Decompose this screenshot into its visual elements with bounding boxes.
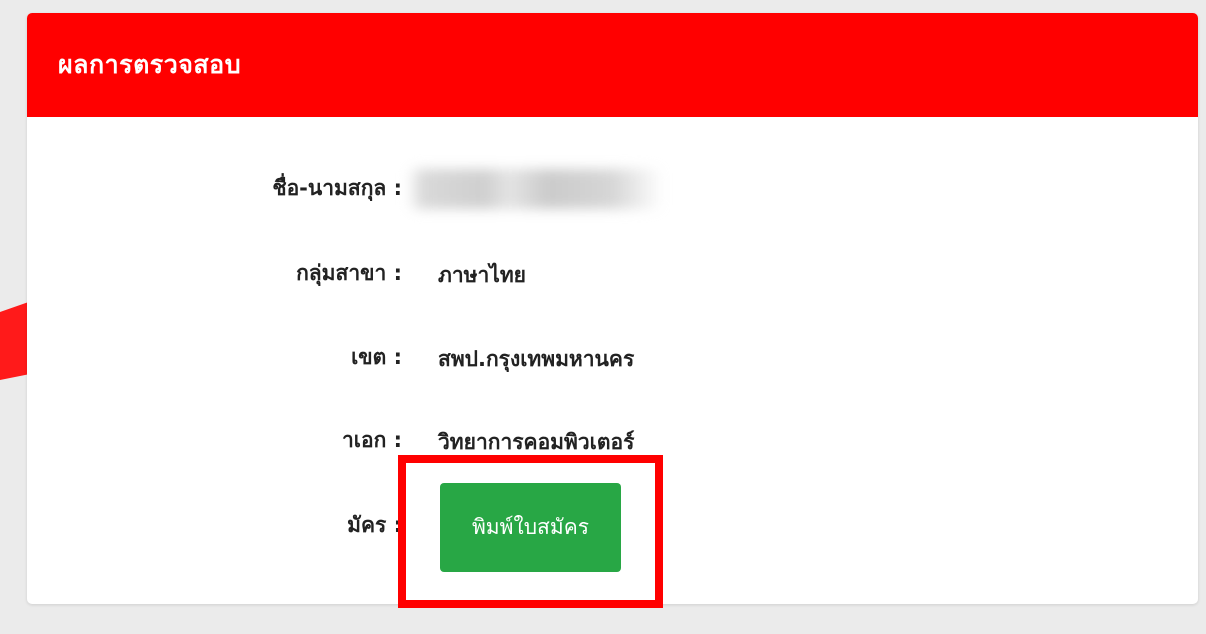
page-title: ผลการตรวจสอบ <box>58 50 242 79</box>
field-row-group: กลุ่มสาขา : <box>27 253 402 293</box>
field-value-group: ภาษาไทย <box>438 263 526 287</box>
field-row-major: าเอก : <box>27 420 402 460</box>
field-label-major: าเอก : <box>341 427 402 452</box>
field-row-name: ชื่อ-นามสกุล : <box>27 168 402 208</box>
field-label-name: ชื่อ-นามสกุล : <box>272 175 402 200</box>
field-row-area: เขต : <box>27 337 402 377</box>
name-value-redacted <box>407 169 663 209</box>
field-value-area: สพป.กรุงเทพมหานคร <box>438 347 635 371</box>
field-value-major: วิทยาการคอมพิวเตอร์ <box>438 430 635 454</box>
field-label-group: กลุ่มสาขา : <box>296 260 402 285</box>
field-label-area: เขต : <box>351 344 402 369</box>
card-header: ผลการตรวจสอบ <box>27 13 1198 117</box>
field-row-application: มัคร : <box>27 505 402 545</box>
field-label-application: มัคร : <box>347 512 402 537</box>
result-card: ผลการตรวจสอบ ชื่อ-นามสกุล : กลุ่มสาขา : … <box>27 13 1198 604</box>
print-application-button[interactable]: พิมพ์ใบสมัคร <box>440 483 621 572</box>
